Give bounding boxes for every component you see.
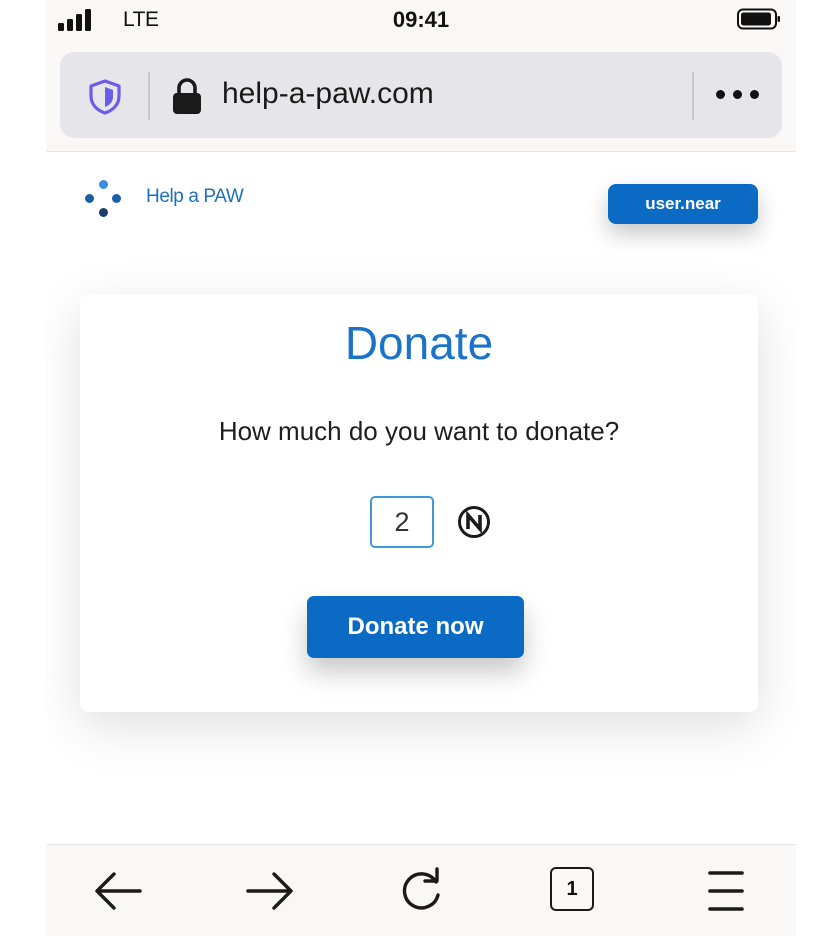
page-title: Donate	[344, 317, 494, 369]
bottom-toolbar: 1	[46, 844, 796, 936]
forward-arrow-icon[interactable]	[244, 865, 296, 917]
address-bar-divider	[148, 72, 150, 120]
more-options-icon[interactable]	[714, 88, 760, 102]
shield-icon[interactable]	[88, 79, 122, 115]
near-icon	[458, 506, 490, 538]
account-button[interactable]: user.near	[608, 184, 758, 224]
donate-question: How much do you want to donate?	[218, 416, 620, 446]
browser-window: LTE 09:41 help-a-paw.com Help a PAW user…	[46, 0, 796, 936]
address-bar[interactable]: help-a-paw.com	[60, 52, 782, 138]
url-text[interactable]: help-a-paw.com	[222, 77, 434, 111]
lock-icon[interactable]	[172, 77, 202, 115]
logo-icon[interactable]	[84, 180, 124, 218]
back-arrow-icon[interactable]	[92, 865, 144, 917]
battery-icon	[737, 8, 780, 30]
clock: 09:41	[392, 7, 450, 32]
reload-icon[interactable]	[396, 865, 448, 917]
amount-input[interactable]	[370, 496, 434, 548]
browser-toolbar: help-a-paw.com	[46, 40, 796, 152]
brand-name[interactable]: Help a PAW	[146, 186, 244, 208]
menu-icon[interactable]	[700, 865, 752, 917]
tabs-icon[interactable]: 1	[550, 867, 594, 911]
donate-now-button[interactable]: Donate now	[307, 596, 524, 658]
donate-card: Donate How much do you want to donate? D…	[80, 294, 758, 712]
address-bar-divider	[692, 72, 694, 120]
status-bar: LTE 09:41	[46, 0, 796, 40]
